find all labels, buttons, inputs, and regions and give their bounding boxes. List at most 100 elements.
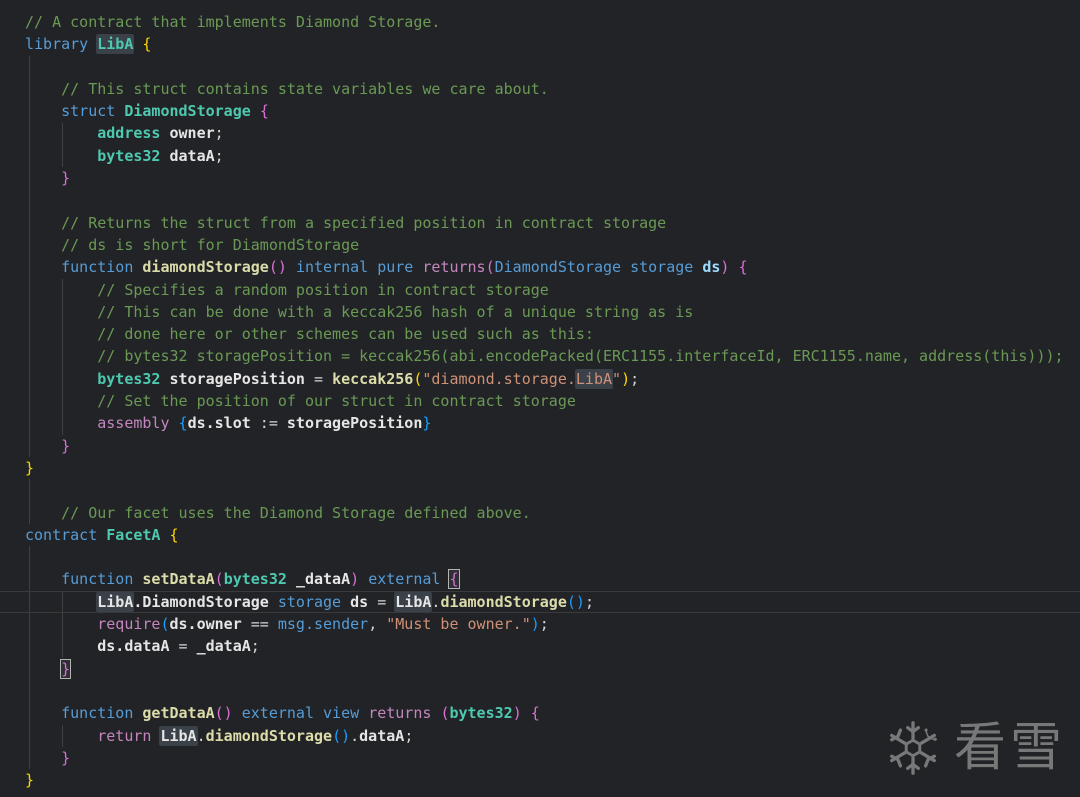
- code-line[interactable]: function setDataA(bytes32 _dataA) extern…: [0, 568, 1080, 590]
- code-token: storage: [277, 592, 342, 611]
- code-line[interactable]: library LibA {: [0, 33, 1080, 55]
- code-token: bytes32: [97, 369, 161, 388]
- code-line[interactable]: }: [0, 658, 1080, 680]
- code-token: return: [97, 726, 152, 745]
- code-line[interactable]: [0, 680, 1080, 702]
- code-token: contract: [25, 525, 98, 544]
- code-token: "Must be owner.": [386, 615, 531, 634]
- code-token: (: [485, 258, 495, 277]
- code-line[interactable]: }: [0, 457, 1080, 479]
- code-token: "diamond.storage.: [422, 369, 576, 388]
- code-token: assembly: [97, 414, 170, 433]
- code-token: keccak256: [332, 369, 414, 388]
- code-token: returns: [368, 704, 432, 723]
- code-line[interactable]: // Our facet uses the Diamond Storage de…: [0, 502, 1080, 524]
- code-token: }: [25, 458, 35, 477]
- code-line[interactable]: address owner;: [0, 122, 1080, 144]
- code-token: ;: [630, 369, 640, 388]
- code-line[interactable]: require(ds.owner == msg.sender, "Must be…: [0, 613, 1080, 635]
- code-token: pure: [377, 258, 414, 277]
- code-token: returns: [422, 258, 486, 277]
- code-editor[interactable]: // A contract that implements Diamond St…: [0, 0, 1080, 797]
- code-token: // Our facet uses the Diamond Storage de…: [61, 503, 531, 522]
- highlighted-token: LibA: [160, 726, 197, 745]
- code-token: function: [61, 570, 134, 589]
- code-token: ;: [250, 637, 260, 656]
- code-token: =: [304, 369, 333, 388]
- code-line[interactable]: [0, 479, 1080, 501]
- code-token: function: [61, 258, 134, 277]
- code-token: internal: [295, 258, 369, 277]
- code-token: library: [25, 35, 89, 54]
- code-line[interactable]: [0, 56, 1080, 78]
- code-line[interactable]: // This struct contains state variables …: [0, 78, 1080, 100]
- code-line[interactable]: // Returns the struct from a specified p…: [0, 212, 1080, 234]
- code-token: .DiamondStorage: [133, 592, 269, 611]
- code-token: ,: [368, 615, 387, 634]
- watermark-text: 看雪: [953, 718, 1066, 778]
- code-token: (: [160, 615, 170, 634]
- code-token: ": [612, 369, 622, 388]
- code-line[interactable]: // A contract that implements Diamond St…: [0, 11, 1080, 33]
- code-token: address: [97, 124, 161, 143]
- code-line[interactable]: LibA.DiamondStorage storage ds = LibA.di…: [0, 591, 1080, 613]
- code-token: diamondStorage: [205, 726, 333, 745]
- code-line[interactable]: bytes32 storagePosition = keccak256("dia…: [0, 368, 1080, 390]
- code-token: // Specifies a random position in contra…: [97, 280, 549, 299]
- code-token: ds.slot: [187, 414, 251, 433]
- code-token: }: [61, 436, 71, 455]
- code-token: bytes32: [97, 146, 161, 165]
- code-line[interactable]: bytes32 dataA;: [0, 145, 1080, 167]
- code-line[interactable]: [0, 189, 1080, 211]
- code-line[interactable]: // bytes32 storagePosition = keccak256(a…: [0, 345, 1080, 367]
- code-line[interactable]: }: [0, 435, 1080, 457]
- code-line[interactable]: // done here or other schemes can be use…: [0, 323, 1080, 345]
- code-token: {: [169, 525, 179, 544]
- code-line[interactable]: ds.dataA = _dataA;: [0, 635, 1080, 657]
- code-line[interactable]: struct DiamondStorage {: [0, 100, 1080, 122]
- code-line[interactable]: // ds is short for DiamondStorage: [0, 234, 1080, 256]
- code-token: :=: [250, 414, 287, 433]
- code-line[interactable]: }: [0, 167, 1080, 189]
- code-token: ;: [539, 615, 549, 634]
- code-line[interactable]: assembly {ds.slot := storagePosition}: [0, 412, 1080, 434]
- code-line[interactable]: // This can be done with a keccak256 has…: [0, 301, 1080, 323]
- code-token: (): [332, 726, 351, 745]
- code-token: setDataA: [142, 570, 215, 589]
- code-line[interactable]: function diamondStorage() internal pure …: [0, 256, 1080, 278]
- code-line[interactable]: contract FacetA {: [0, 524, 1080, 546]
- code-token: ;: [214, 146, 224, 165]
- code-token: }: [61, 169, 71, 188]
- highlighted-token: LibA: [97, 35, 134, 54]
- code-line[interactable]: // Set the position of our struct in con…: [0, 390, 1080, 412]
- code-token: {: [448, 569, 460, 590]
- code-area[interactable]: // A contract that implements Diamond St…: [0, 11, 1080, 791]
- code-line[interactable]: [0, 546, 1080, 568]
- code-line[interactable]: // Specifies a random position in contra…: [0, 279, 1080, 301]
- code-token: ==: [241, 615, 278, 634]
- code-token: }: [60, 658, 72, 679]
- code-token: owner: [169, 124, 215, 143]
- code-token: =: [368, 592, 396, 611]
